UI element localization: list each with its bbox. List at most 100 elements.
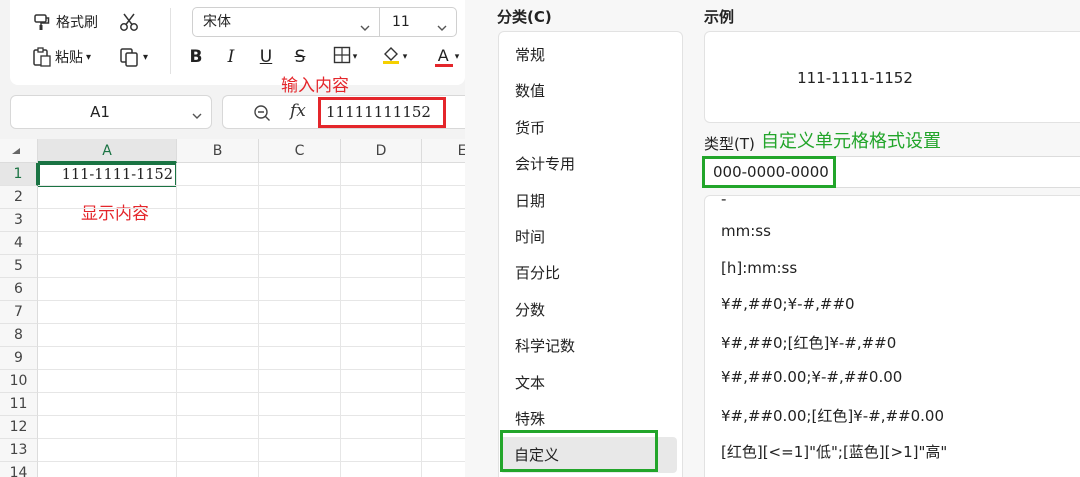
category-title: 分类(C) [497,8,552,26]
cut-button[interactable] [118,11,140,33]
category-item[interactable]: 常规 [515,42,545,68]
fx-icon[interactable]: fx [290,101,306,121]
paste-button[interactable]: 粘贴 ▾ [32,46,91,68]
annotation-box-custom [500,430,658,472]
annotation-input-content: 输入内容 [281,76,349,96]
row-header-2[interactable]: 2 [0,186,38,209]
gridline [38,415,465,416]
font-color-button[interactable]: A ▾ [430,45,464,69]
select-all-corner[interactable] [0,139,38,163]
bold-button[interactable]: B [182,45,210,69]
annotation-custom-format: 自定义单元格格式设置 [761,131,941,152]
italic-button[interactable]: I [217,45,245,69]
gridline [38,208,465,209]
category-list[interactable]: 常规数值货币会计专用日期时间百分比分数科学记数文本特殊 [498,31,683,477]
gridline [340,163,341,477]
gridline [38,185,465,186]
gridline [38,231,465,232]
gridline [38,346,465,347]
row-header-10[interactable]: 10 [0,370,38,393]
row-header-8[interactable]: 8 [0,324,38,347]
divider [170,8,171,74]
category-item[interactable]: 会计专用 [515,151,575,177]
row-header-14[interactable]: 14 [0,462,38,477]
gridline [38,392,465,393]
row-header-9[interactable]: 9 [0,347,38,370]
column-header-d[interactable]: D [341,139,422,163]
gridline [421,163,422,477]
font-name-value: 宋体 [203,14,231,30]
gridline [176,163,177,477]
column-header-a[interactable]: A [38,139,177,163]
sample-value: 111-1111-1152 [797,69,913,87]
zoom-icon[interactable] [253,104,271,126]
type-label: 类型(T) [704,135,755,153]
annotation-display-content: 显示内容 [81,204,149,224]
chevron-down-icon: ▾ [454,52,460,62]
cell-a1[interactable]: 111-1111-1152 [38,163,177,187]
underline-button[interactable]: U [252,45,280,69]
gridline [38,254,465,255]
format-code-item[interactable]: ¥#,##0.00;¥-#,##0.00 [721,368,902,386]
format-code-item[interactable]: [红色][<=1]"低";[蓝色][>1]"高" [721,441,947,462]
category-item[interactable]: 时间 [515,224,545,250]
chevron-down-icon: ▾ [402,52,408,62]
copy-button[interactable]: ▾ [118,46,148,68]
row-header-11[interactable]: 11 [0,393,38,416]
clipboard-icon [32,46,52,68]
font-color-icon: A [434,46,453,68]
category-item[interactable]: 日期 [515,188,545,214]
format-cells-dialog: 分类(C) 常规 数值 货币 会计专用 日期 时间 百分比 分数 科学记数 文本 特殊 自定义 示例… [465,0,1080,477]
format-painter-button[interactable]: 格式刷 [32,12,98,32]
column-header-b[interactable]: B [177,139,259,163]
font-size-value: 11 [392,14,410,30]
format-code-item[interactable]: mm:ss [721,222,771,240]
border-grid-icon [333,46,351,69]
category-item[interactable]: 数值 [515,78,545,104]
gridline [38,300,465,301]
sheet-grid: A B C D E 1 2 3 4 5 6 7 8 9 10 11 12 13 14 111-1111-1… [0,139,465,477]
font-size-select[interactable]: 11 [379,7,457,37]
font-name-select[interactable]: 宋体 [192,7,380,37]
format-code-item[interactable]: - [721,190,726,208]
type-input-value[interactable]: 000-0000-0000 [702,156,836,188]
format-painter-label: 格式刷 [56,15,98,31]
scissors-icon [118,11,140,33]
strikethrough-button[interactable]: S [286,45,314,69]
category-item[interactable]: 货币 [515,115,545,141]
formula-input[interactable]: 11111111152 [318,97,446,128]
format-code-item[interactable]: ¥#,##0;[红色]¥-#,##0 [721,332,896,353]
name-box[interactable]: A1 [10,95,212,129]
chevron-down-icon: ▾ [143,51,149,63]
sample-box: 111-1111-1152 [704,31,1080,123]
borders-button[interactable]: ▾ [326,45,364,69]
copy-icon [118,46,140,68]
fill-color-button[interactable]: ▾ [375,45,413,69]
gridline [38,277,465,278]
format-code-list[interactable]: - mm:ss [h]:mm:ss ¥#,##0;¥-#,##0 ¥#,##0;[红色]… [704,190,1080,477]
category-item[interactable]: 分数 [515,297,545,323]
row-header-3[interactable]: 3 [0,209,38,232]
category-item[interactable]: 科学记数 [515,333,575,359]
column-header-e[interactable]: E [422,139,465,163]
chevron-down-icon [436,16,448,44]
row-header-4[interactable]: 4 [0,232,38,255]
row-header-12[interactable]: 12 [0,416,38,439]
category-item[interactable]: 文本 [515,370,545,396]
row-header-5[interactable]: 5 [0,255,38,278]
column-header-c[interactable]: C [259,139,341,163]
category-item[interactable]: 百分比 [515,260,560,286]
column-header: A B C D E [0,139,465,163]
format-code-item[interactable]: ¥#,##0.00;[红色]¥-#,##0.00 [721,405,944,426]
row-header-6[interactable]: 6 [0,278,38,301]
row-header-1[interactable]: 1 [0,163,38,186]
category-item[interactable]: 特殊 [515,406,545,432]
paste-label: 粘贴 [55,50,83,66]
gridline [38,438,465,439]
row-header-13[interactable]: 13 [0,439,38,462]
format-code-item[interactable]: ¥#,##0;¥-#,##0 [721,295,855,313]
spreadsheet-window: 格式刷 粘贴 ▾ ▾ 宋体 11 B I U S ▾ ▾ A ▾ A1 fx 1… [0,0,465,477]
name-box-value: A1 [90,103,110,121]
row-header-7[interactable]: 7 [0,301,38,324]
format-code-item[interactable]: [h]:mm:ss [721,259,797,277]
